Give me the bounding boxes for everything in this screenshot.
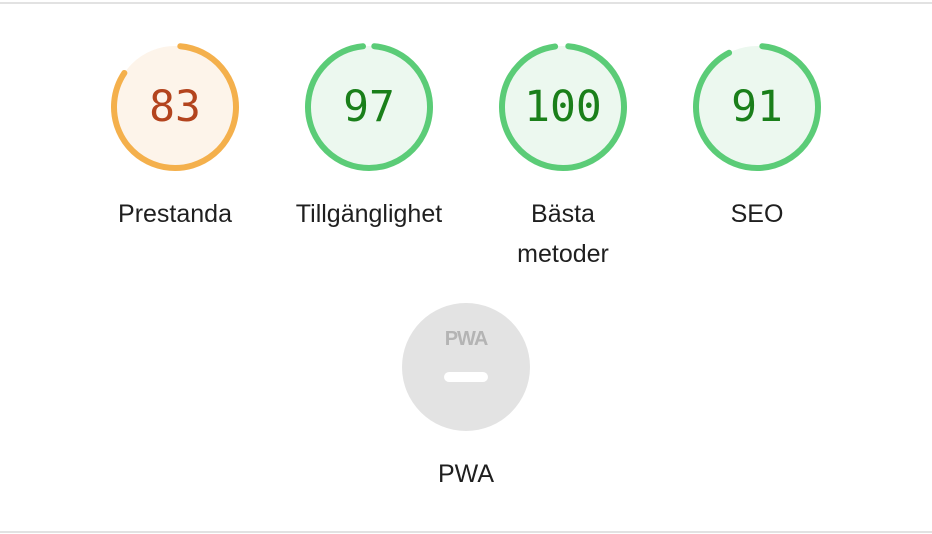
gauge-pwa[interactable]: PWA PWA xyxy=(376,301,556,494)
gauge-seo-label: SEO xyxy=(730,200,784,228)
pwa-badge-icon: PWA xyxy=(400,301,532,433)
pwa-badge-circle xyxy=(402,303,530,431)
gauge-performance-label: Prestanda xyxy=(118,200,232,228)
pwa-dash-icon xyxy=(444,372,488,382)
gauge-performance-ring: 83 xyxy=(109,41,241,173)
gauge-best-practices[interactable]: 100 Bästa metoder xyxy=(473,41,653,274)
gauge-accessibility-ring: 97 xyxy=(303,41,435,173)
bottom-divider xyxy=(0,531,932,533)
gauge-seo-score: 91 xyxy=(731,82,783,132)
gauge-best-practices-ring: 100 xyxy=(497,41,629,173)
gauge-seo[interactable]: 91 SEO xyxy=(667,41,847,234)
gauge-best-practices-label: Bästa metoder xyxy=(517,200,609,268)
gauge-accessibility[interactable]: 97 Tillgänglighet xyxy=(279,41,459,234)
gauge-performance-score: 83 xyxy=(149,82,201,132)
gauge-seo-ring: 91 xyxy=(691,41,823,173)
gauge-accessibility-score: 97 xyxy=(343,82,395,132)
gauge-best-practices-score: 100 xyxy=(524,82,602,132)
top-divider xyxy=(0,2,932,4)
pwa-badge-text: PWA xyxy=(444,328,489,350)
gauge-performance[interactable]: 83 Prestanda xyxy=(85,41,265,234)
gauge-accessibility-label: Tillgänglighet xyxy=(295,200,443,228)
gauge-pwa-label: PWA xyxy=(437,460,495,488)
